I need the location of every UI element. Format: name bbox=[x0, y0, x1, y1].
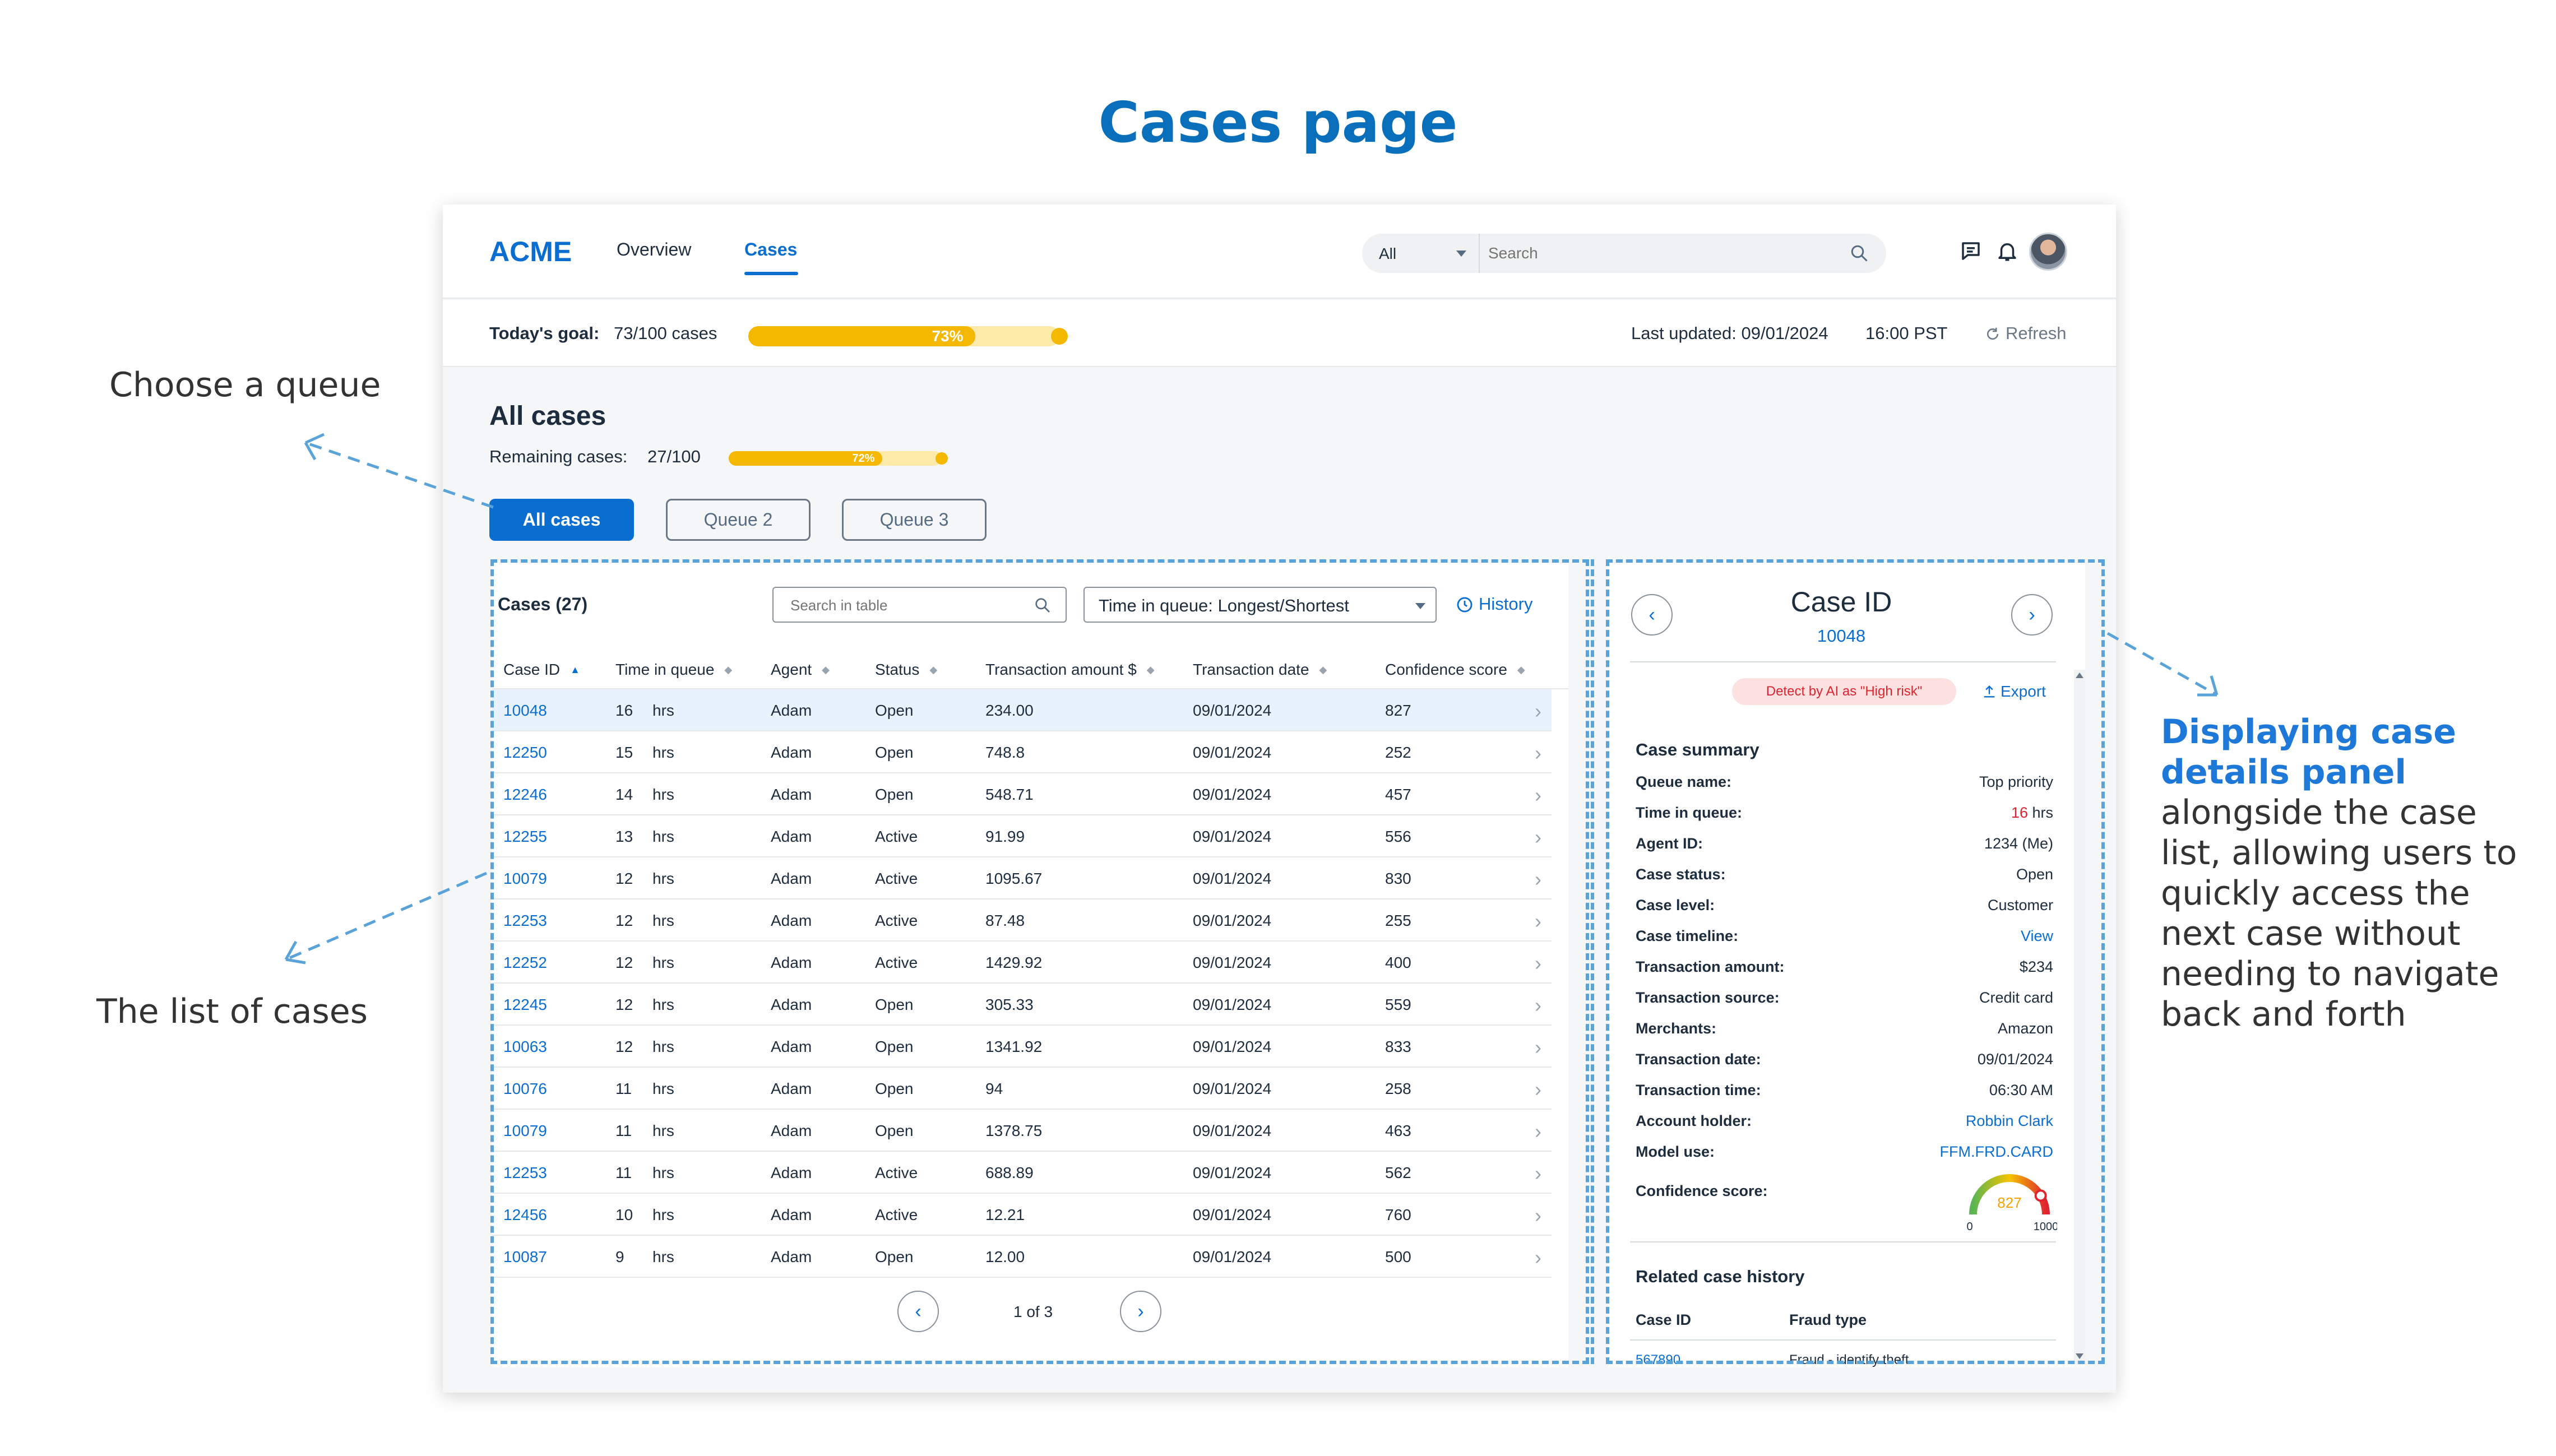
section-title: All cases bbox=[489, 401, 606, 431]
last-updated-date: Last updated: 09/01/2024 bbox=[1631, 323, 1828, 343]
arrowhead bbox=[284, 940, 306, 965]
search-scope-select[interactable]: All bbox=[1362, 234, 1480, 273]
goal-bar: Today's goal: 73/100 cases 73% Last upda… bbox=[443, 300, 2116, 367]
page-title: Cases page bbox=[1098, 90, 1458, 155]
refresh-icon bbox=[1987, 327, 1998, 340]
goal-value: 73/100 cases bbox=[614, 323, 717, 343]
last-updated-time: 16:00 PST bbox=[1865, 323, 1948, 343]
bell-icon[interactable] bbox=[1995, 239, 2019, 263]
chat-icon[interactable] bbox=[1959, 239, 1983, 263]
tab-queue-3[interactable]: Queue 3 bbox=[842, 499, 987, 541]
arrowhead bbox=[2197, 675, 2219, 697]
annotation-box-case-list bbox=[490, 559, 1589, 1364]
refresh-label: Refresh bbox=[2006, 323, 2067, 343]
refresh-button[interactable]: Refresh bbox=[1984, 323, 2067, 344]
annotation-box-details-panel bbox=[1606, 559, 2105, 1364]
goal-progress-end-dot bbox=[1051, 328, 1068, 345]
nav-active-indicator bbox=[744, 272, 798, 275]
annotation-panel-heading: Displaying case details panel bbox=[2161, 712, 2456, 792]
tab-queue-2[interactable]: Queue 2 bbox=[666, 499, 811, 541]
remaining-progress-end-dot bbox=[936, 452, 948, 465]
remaining-progress-bar: 72% bbox=[729, 451, 948, 466]
arrowhead bbox=[304, 433, 325, 461]
annotation-panel-body: alongside the case list, allowing users … bbox=[2161, 793, 2517, 1034]
nav-overview[interactable]: Overview bbox=[617, 239, 691, 260]
chevron-down-icon bbox=[1456, 251, 1466, 257]
goal-progress-label: 73% bbox=[932, 327, 964, 345]
goal-progress-bar: 73% bbox=[748, 326, 1068, 346]
nav-cases[interactable]: Cases bbox=[744, 239, 797, 260]
arrow-details-panel bbox=[2106, 632, 2218, 697]
remaining-value: 27/100 bbox=[647, 447, 701, 466]
tab-all-cases[interactable]: All cases bbox=[489, 499, 634, 541]
acme-logo[interactable]: ACME bbox=[489, 235, 572, 268]
goal-label: Today's goal: bbox=[489, 323, 600, 343]
search-input[interactable] bbox=[1488, 240, 1825, 266]
annotation-divider-line bbox=[1591, 559, 1594, 1364]
search-scope-value: All bbox=[1379, 245, 1397, 262]
remaining-progress-label: 72% bbox=[852, 452, 875, 465]
avatar[interactable] bbox=[2029, 233, 2067, 271]
global-search: All bbox=[1362, 234, 1886, 273]
annotation-choose-queue: Choose a queue bbox=[109, 365, 381, 405]
top-navigation-bar: ACME Overview Cases All bbox=[443, 205, 2116, 299]
remaining-label: Remaining cases: bbox=[489, 447, 628, 466]
search-icon[interactable] bbox=[1849, 243, 1869, 263]
annotation-list-of-cases: The list of cases bbox=[96, 992, 368, 1031]
annotation-details-panel: Displaying case details panel alongside … bbox=[2161, 712, 2531, 1035]
